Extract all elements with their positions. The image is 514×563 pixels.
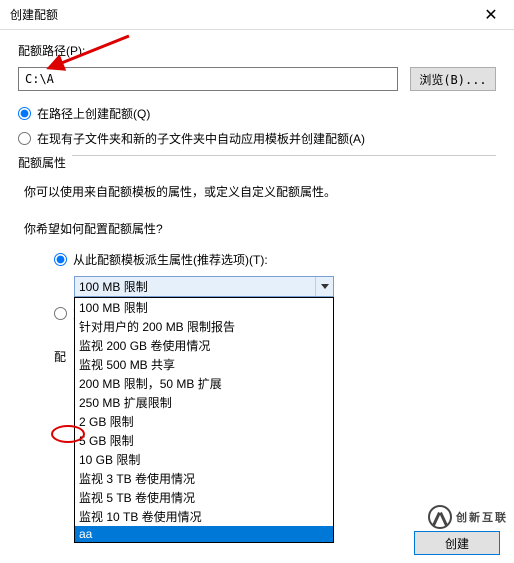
template-listbox[interactable]: 100 MB 限制 针对用户的 200 MB 限制报告 监视 200 GB 卷使… [74,297,334,543]
radio-create-on-path-input[interactable] [18,107,31,120]
logo-text: 创新互联 [456,509,508,525]
fieldset-legend: 配额属性 [18,154,72,171]
list-item-selected[interactable]: aa [75,526,333,542]
quota-path-input[interactable] [18,67,398,91]
list-item[interactable]: 100 MB 限制 [75,298,333,317]
window-title: 创建配额 [10,6,468,23]
list-item[interactable]: 针对用户的 200 MB 限制报告 [75,317,333,336]
radio-auto-apply-label: 在现有子文件夹和新的子文件夹中自动应用模板并创建配额(A) [37,130,365,147]
list-item[interactable]: 10 GB 限制 [75,450,333,469]
radio-auto-apply-input[interactable] [18,132,31,145]
radio-create-on-path-label: 在路径上创建配额(Q) [37,105,150,122]
combobox-value: 100 MB 限制 [75,278,315,295]
list-item[interactable]: 5 GB 限制 [75,431,333,450]
list-item[interactable]: 监视 10 TB 卷使用情况 [75,507,333,526]
radio-auto-apply[interactable]: 在现有子文件夹和新的子文件夹中自动应用模板并创建配额(A) [18,130,496,147]
chevron-down-icon [315,277,333,296]
list-item[interactable]: 监视 500 MB 共享 [75,355,333,374]
list-item[interactable]: 监视 5 TB 卷使用情况 [75,488,333,507]
radio-derive-template[interactable]: 从此配额模板派生属性(推荐选项)(T): [54,251,496,268]
template-combobox[interactable]: 100 MB 限制 [74,276,334,297]
create-button[interactable]: 创建 [414,531,500,555]
list-item[interactable]: 200 MB 限制，50 MB 扩展 [75,374,333,393]
radio-create-on-path[interactable]: 在路径上创建配额(Q) [18,105,496,122]
browse-button[interactable]: 浏览(B)... [410,67,496,91]
watermark-logo: 创新互联 [428,505,508,529]
radio-custom-input[interactable] [54,307,67,320]
helptext: 你可以使用来自配额模板的属性，或定义自定义配额属性。 [24,183,496,200]
path-label: 配额路径(P): [18,42,496,59]
radio-derive-template-label: 从此配额模板派生属性(推荐选项)(T): [73,251,268,268]
list-item[interactable]: 监视 3 TB 卷使用情况 [75,469,333,488]
list-item[interactable]: 250 MB 扩展限制 [75,393,333,412]
list-item[interactable]: 监视 200 GB 卷使用情况 [75,336,333,355]
close-button[interactable]: ✕ [468,0,514,30]
logo-icon [428,505,452,529]
radio-derive-template-input[interactable] [54,253,67,266]
config-question: 你希望如何配置配额属性? [24,220,496,237]
list-item[interactable]: 2 GB 限制 [75,412,333,431]
